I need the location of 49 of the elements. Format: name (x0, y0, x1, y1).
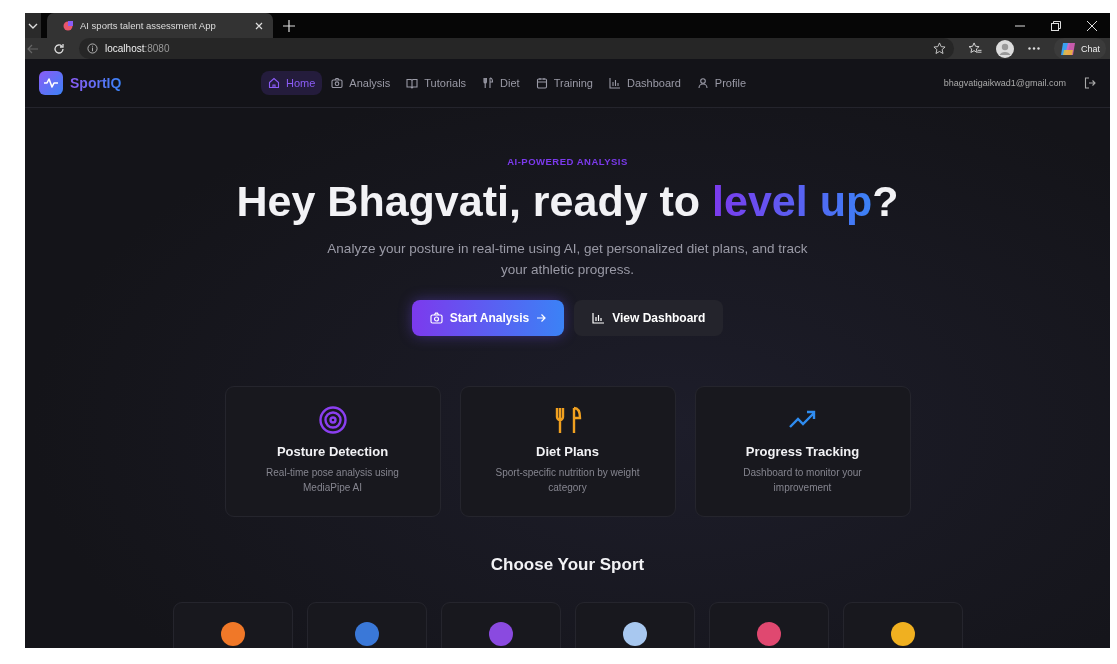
nav-link[interactable]: Tutorials (399, 71, 474, 95)
more-icon[interactable] (1028, 47, 1040, 50)
logout-icon[interactable] (1084, 77, 1096, 89)
section-heading: Choose Your Sport (490, 555, 645, 575)
address-field[interactable]: localhost:8080 (79, 38, 954, 59)
view-dashboard-button[interactable]: View Dashboard (574, 300, 724, 336)
feature-title: Progress Tracking (745, 444, 860, 459)
info-icon[interactable] (87, 43, 98, 54)
nav-link[interactable]: Dashboard (602, 71, 688, 95)
feature-title: Diet Plans (536, 444, 599, 459)
reload-icon[interactable] (53, 42, 65, 55)
home-icon (268, 77, 280, 89)
camera-icon (331, 77, 344, 89)
logo-icon (39, 71, 63, 95)
start-analysis-button[interactable]: Start Analysis (411, 300, 565, 336)
nav-link[interactable]: Diet (475, 71, 527, 95)
close-icon[interactable] (1087, 20, 1097, 31)
user-email: bhagvatigaikwad1@gmail.com (943, 78, 1066, 88)
star-icon[interactable] (933, 42, 946, 55)
browser-tab[interactable]: AI sports talent assessment App (47, 13, 273, 38)
feature-description: Dashboard to monitor your improvement (742, 466, 863, 495)
fork-knife-icon (482, 77, 495, 89)
avatar-icon[interactable] (996, 39, 1014, 58)
feature-description: Sport-specific nutrition by weight category (494, 466, 641, 495)
hero-subtitle: Analyze your posture in real-time using AI, get personalized diet plans, and track your athletic progress. (326, 240, 809, 279)
favicon-icon (63, 20, 73, 31)
hero-title: Hey Bhagvati, ready to level up? (236, 177, 899, 226)
nav-link[interactable]: Training (528, 71, 600, 95)
book-icon (406, 77, 419, 89)
chat-button[interactable]: Chat (1054, 38, 1106, 59)
favorites-icon[interactable] (968, 42, 982, 55)
person-icon (696, 77, 709, 89)
tab-list-button[interactable] (25, 13, 41, 38)
bar-chart-icon (592, 312, 606, 324)
nav-link[interactable]: Analysis (324, 71, 398, 95)
bar-chart-icon (609, 77, 621, 89)
chevron-down-icon (28, 22, 38, 29)
camera-icon (429, 312, 443, 324)
close-icon[interactable] (255, 21, 263, 30)
calendar-icon (535, 77, 548, 89)
nav-link[interactable]: Home (261, 71, 323, 95)
brand-name: SportIQ (70, 75, 122, 91)
restore-icon[interactable] (1051, 20, 1061, 31)
new-tab-icon[interactable] (283, 19, 295, 32)
arrow-right-icon (536, 313, 547, 323)
eyebrow-label: AI-POWERED ANALYSIS (507, 156, 628, 167)
feature-description: Real-time pose analysis using MediaPipe AI (265, 466, 400, 495)
nav-link[interactable]: Profile (689, 71, 753, 95)
feature-title: Posture Detection (276, 444, 389, 459)
